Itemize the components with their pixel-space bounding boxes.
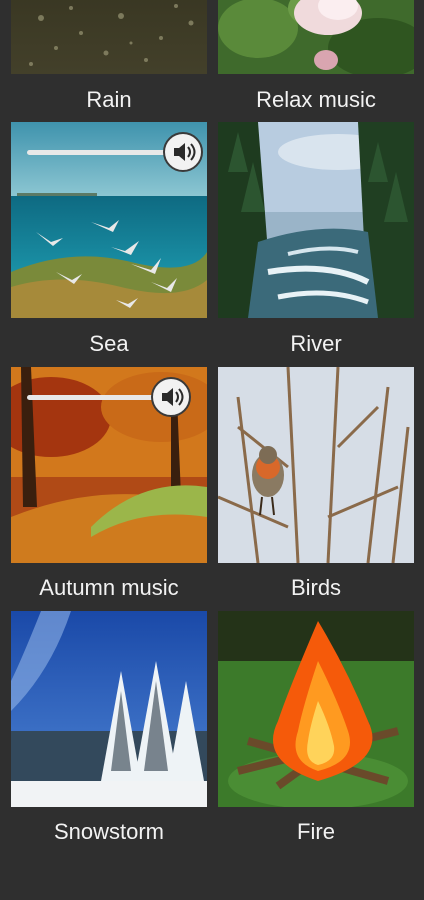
volume-slider-sea[interactable] [27,132,207,172]
sound-tile-rain[interactable] [11,0,207,74]
sound-label-snowstorm: Snowstorm [53,819,165,844]
fire-image [218,611,414,807]
sound-tile-relax-music[interactable] [218,0,414,74]
speaker-volume-icon [174,143,196,161]
sound-tile-fire[interactable] [218,611,414,807]
rain-image [11,0,207,74]
sound-label-birds: Birds [290,575,342,600]
volume-knob[interactable] [163,132,203,172]
sound-label-sea: Sea [89,331,129,356]
sound-tile-autumn-music[interactable] [11,367,207,563]
relax-music-image [218,0,414,74]
sound-tile-sea[interactable] [11,122,207,318]
sound-label-river: River [290,331,342,356]
volume-track [27,150,177,155]
river-image [218,122,414,318]
sound-tile-birds[interactable] [218,367,414,563]
volume-slider-autumn-music[interactable] [27,377,207,417]
sound-label-relax-music: Relax music [256,87,376,112]
snowstorm-image [11,611,207,807]
birds-image [218,367,414,563]
sound-tile-river[interactable] [218,122,414,318]
sound-label-autumn-music: Autumn music [39,575,179,600]
volume-knob[interactable] [151,377,191,417]
sound-tile-snowstorm[interactable] [11,611,207,807]
speaker-volume-icon [162,388,184,406]
sound-label-rain: Rain [86,87,132,112]
sound-label-fire: Fire [297,819,335,844]
